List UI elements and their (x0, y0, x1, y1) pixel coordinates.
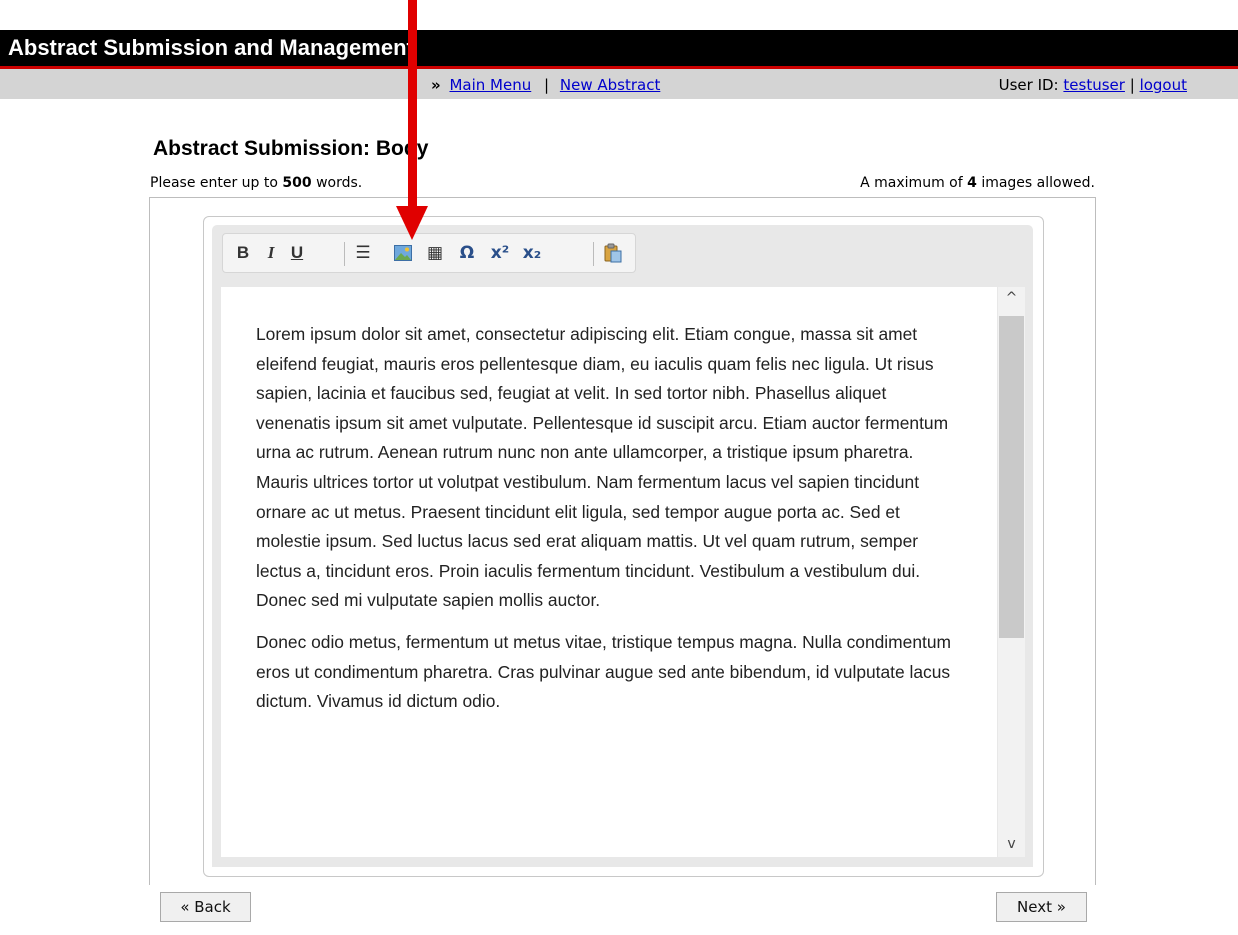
abstract-text-editor[interactable]: Lorem ipsum dolor sit amet, consectetur … (221, 287, 997, 857)
nav-bar: » Main Menu | New Abstract User ID: test… (0, 69, 1238, 99)
new-abstract-link[interactable]: New Abstract (560, 76, 660, 94)
scroll-thumb[interactable] (999, 316, 1024, 638)
bullet-list-icon[interactable]: ☰ (351, 242, 375, 264)
word-limit-value: 500 (282, 175, 312, 191)
app-title: Abstract Submission and Management (8, 35, 414, 60)
word-limit-text: Please enter up to 500 words. (150, 175, 362, 191)
annotation-arrow-shaft (408, 0, 417, 212)
special-character-icon[interactable]: Ω (455, 242, 479, 264)
paste-icon[interactable] (601, 242, 625, 264)
logout-link[interactable]: logout (1140, 76, 1187, 94)
bold-icon[interactable]: B (231, 242, 255, 264)
italic-icon[interactable]: I (259, 242, 283, 264)
nav-raquo: » (431, 76, 441, 94)
app-header: Abstract Submission and Management (0, 30, 1238, 66)
user-id-label: User ID: (998, 76, 1059, 94)
annotation-arrow-icon (396, 206, 428, 240)
subscript-icon[interactable]: x₂ (517, 242, 547, 264)
main-menu-link[interactable]: Main Menu (449, 76, 531, 94)
underline-icon[interactable]: U (285, 242, 309, 264)
image-limit-value: 4 (967, 175, 977, 191)
nav-separator: | (544, 76, 550, 94)
editor-paragraph: Donec odio metus, fermentum ut metus vit… (256, 631, 951, 712)
image-limit-suffix: images allowed. (981, 175, 1095, 191)
user-separator: | (1129, 76, 1135, 94)
insert-image-icon[interactable] (391, 242, 415, 264)
back-button[interactable]: « Back (160, 892, 251, 922)
nav-links: » Main Menu | New Abstract (431, 76, 660, 94)
word-limit-suffix: words. (316, 175, 363, 191)
editor-paragraph: Lorem ipsum dolor sit amet, consectetur … (256, 324, 949, 611)
superscript-icon[interactable]: x² (485, 242, 515, 264)
image-limit-prefix: A maximum of (860, 175, 963, 191)
page-title: Abstract Submission: Body (153, 137, 429, 160)
image-limit-text: A maximum of 4 images allowed. (860, 175, 1095, 191)
toolbar-separator (344, 242, 345, 266)
word-limit-prefix: Please enter up to (150, 175, 278, 191)
toolbar-separator (593, 242, 594, 266)
editor-toolbar: B I U ☰ ▦ Ω x² x₂ (222, 233, 636, 273)
scroll-up-icon[interactable]: ^ (998, 290, 1025, 310)
user-id-link[interactable]: testuser (1063, 76, 1125, 94)
next-button[interactable]: Next » (996, 892, 1087, 922)
user-info: User ID: testuser | logout (999, 76, 1187, 94)
scroll-down-icon[interactable]: v (998, 836, 1025, 856)
insert-table-icon[interactable]: ▦ (423, 242, 447, 264)
